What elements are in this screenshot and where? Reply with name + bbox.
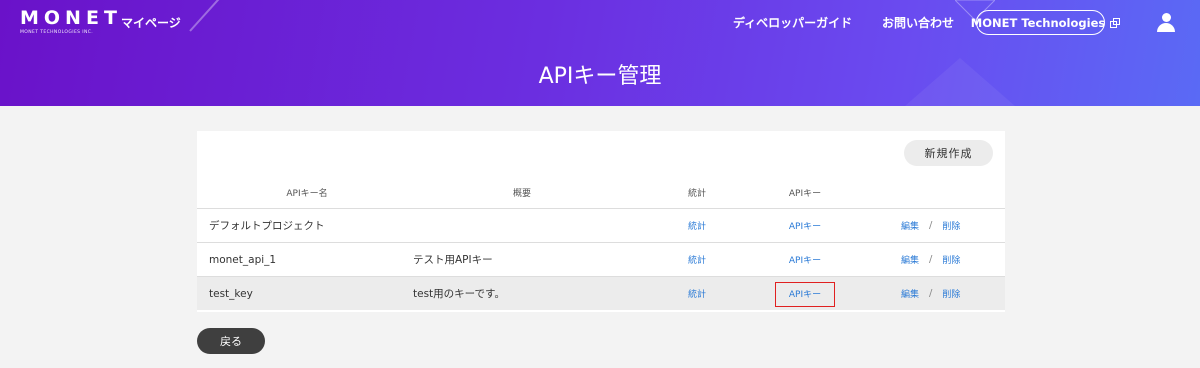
header-banner: MONET MONET TECHNOLOGIES INC. マイページ ディベロ…	[0, 0, 1200, 106]
edit-link[interactable]: 編集	[901, 219, 919, 232]
apikey-link[interactable]: APIキー	[789, 287, 821, 300]
row-summary: テスト用APIキー	[413, 254, 493, 266]
nav-mypage[interactable]: マイページ	[121, 14, 181, 31]
stats-link[interactable]: 統計	[688, 287, 706, 300]
decorative-line	[189, 0, 238, 32]
monet-logo[interactable]: MONET MONET TECHNOLOGIES INC.	[20, 8, 122, 35]
back-button[interactable]: 戻る	[197, 328, 265, 354]
apikey-link[interactable]: APIキー	[789, 219, 821, 232]
table-row-highlighted: test_key test用のキーです。 統計 APIキー 編集 / 削除	[197, 276, 1005, 310]
apikey-link[interactable]: APIキー	[789, 253, 821, 266]
api-key-panel: 新規作成 APIキー名 概要 統計 APIキー デフォルトプロジェクト 統計 A…	[197, 131, 1005, 312]
company-link-button[interactable]: MONET Technologies	[971, 10, 1121, 35]
column-header-summary: 概要	[512, 189, 531, 199]
edit-link[interactable]: 編集	[901, 287, 919, 300]
row-name: デフォルトプロジェクト	[209, 220, 325, 232]
row-name: test_key	[209, 287, 253, 300]
logo-subtitle: MONET TECHNOLOGIES INC.	[20, 30, 94, 35]
logo-wordmark: MONET	[20, 7, 122, 29]
delete-link[interactable]: 削除	[942, 287, 960, 300]
column-header-stats: 統計	[687, 189, 706, 199]
stats-link[interactable]: 統計	[688, 219, 706, 232]
edit-link[interactable]: 編集	[901, 253, 919, 266]
nav-developer-guide[interactable]: ディベロッパーガイド	[733, 14, 852, 31]
page-title: APIキー管理	[538, 64, 662, 89]
action-separator: /	[929, 288, 933, 299]
table-row: デフォルトプロジェクト 統計 APIキー 編集 / 削除	[197, 208, 1005, 242]
action-separator: /	[929, 254, 933, 265]
company-button-label: MONET Technologies	[970, 15, 1106, 30]
user-account-icon[interactable]	[1157, 13, 1175, 32]
delete-link[interactable]: 削除	[942, 219, 960, 232]
delete-link[interactable]: 削除	[942, 253, 960, 266]
column-header-apikey: APIキー	[788, 189, 822, 199]
stats-link[interactable]: 統計	[688, 253, 706, 266]
table-row: monet_api_1 テスト用APIキー 統計 APIキー 編集 / 削除	[197, 242, 1005, 276]
row-name: monet_api_1	[209, 253, 277, 266]
row-summary: test用のキーです。	[413, 288, 505, 300]
new-create-button[interactable]: 新規作成	[904, 140, 993, 166]
column-header-name: APIキー名	[286, 189, 328, 199]
action-separator: /	[929, 220, 933, 231]
nav-contact[interactable]: お問い合わせ	[882, 14, 954, 31]
